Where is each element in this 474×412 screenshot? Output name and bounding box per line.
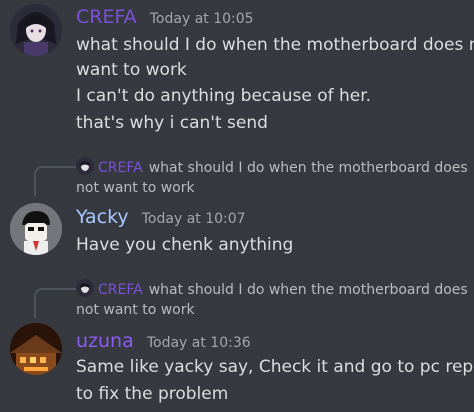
author-name[interactable]: CREFA xyxy=(76,6,137,28)
reply-avatar xyxy=(76,157,94,175)
reply-text: what should I do when the motherboard do… xyxy=(148,160,468,176)
timestamp: Today at 10:07 xyxy=(141,211,246,227)
reply-spine xyxy=(34,166,76,196)
message-text: want to work xyxy=(76,60,187,80)
author-name[interactable]: Yacky xyxy=(76,206,129,228)
timestamp: Today at 10:36 xyxy=(146,335,251,351)
avatar-crefa[interactable] xyxy=(10,4,62,56)
reply-preview[interactable]: CREFA what should I do when the motherboa… xyxy=(76,279,468,300)
reply-author[interactable]: CREFA xyxy=(98,160,143,176)
message-text: to fix the problem xyxy=(76,384,229,404)
reply-spine xyxy=(34,288,76,318)
reply-text-continued: not want to work xyxy=(76,302,195,318)
timestamp: Today at 10:05 xyxy=(149,11,254,27)
reply-preview[interactable]: CREFA what should I do when the motherboa… xyxy=(76,157,468,178)
message-text: I can't do anything because of her. xyxy=(76,86,372,106)
message-text: Have you chenk anything xyxy=(76,235,294,255)
reply-text: what should I do when the motherboard do… xyxy=(148,282,468,298)
message-text: what should I do when the motherboard do… xyxy=(76,35,474,55)
avatar-uzuna[interactable] xyxy=(10,323,62,375)
author-name[interactable]: uzuna xyxy=(76,330,134,352)
message-text: that's why i can't send xyxy=(76,113,268,133)
reply-author[interactable]: CREFA xyxy=(98,282,143,298)
reply-avatar xyxy=(76,279,94,297)
reply-text-continued: not want to work xyxy=(76,180,195,196)
message-text: Same like yacky say, Check it and go to … xyxy=(76,357,474,377)
avatar-yacky[interactable] xyxy=(10,203,62,255)
